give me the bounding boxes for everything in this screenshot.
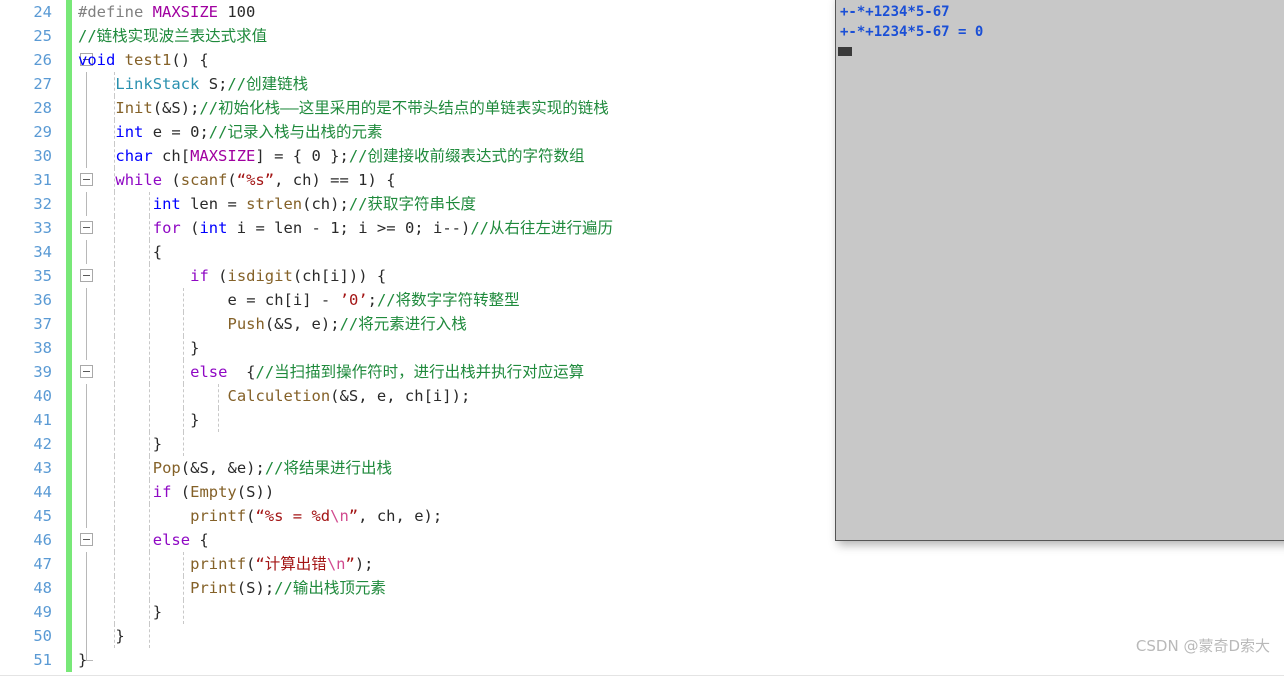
- change-bar: [66, 96, 72, 120]
- line-number: 46: [33, 531, 52, 549]
- code-text: char ch[MAXSIZE] = { 0 };//创建接收前缀表达式的字符数…: [115, 147, 585, 165]
- csdn-watermark: CSDN @蒙奇D索大: [1135, 637, 1270, 655]
- code-text: Push(&S, e);//将元素进行入栈: [227, 315, 467, 333]
- code-line[interactable]: 47 printf(“计算出错\n”);: [0, 552, 1284, 576]
- line-number: 37: [33, 315, 52, 333]
- change-bar: [66, 432, 72, 456]
- code-text: }: [78, 651, 88, 669]
- change-bar: [66, 456, 72, 480]
- line-number: 38: [33, 339, 52, 357]
- code-text: for (int i = len - 1; i >= 0; i--)//从右往左…: [152, 219, 614, 237]
- line-number: 49: [33, 603, 52, 621]
- line-number: 45: [33, 507, 52, 525]
- change-bar: [66, 624, 72, 648]
- change-bar: [66, 576, 72, 600]
- change-bar: [66, 504, 72, 528]
- code-text: void test1() {: [78, 51, 209, 69]
- code-text: LinkStack S;//创建链栈: [115, 75, 309, 93]
- line-number: 32: [33, 195, 52, 213]
- code-text: {: [152, 243, 163, 261]
- line-number: 48: [33, 579, 52, 597]
- code-text: printf(“计算出错\n”);: [190, 555, 374, 573]
- indent-guide: [148, 624, 150, 648]
- code-text: int len = strlen(ch);//获取字符串长度: [152, 195, 476, 213]
- code-text: Pop(&S, &e);//将结果进行出栈: [152, 459, 393, 477]
- line-number: 51: [33, 651, 52, 669]
- change-bar: [66, 264, 72, 288]
- change-bar: [66, 384, 72, 408]
- change-bar: [66, 120, 72, 144]
- line-number: 25: [33, 27, 52, 45]
- code-text: else {: [152, 531, 209, 549]
- line-number: 42: [33, 435, 52, 453]
- line-number: 47: [33, 555, 52, 573]
- code-text: else {//当扫描到操作符时，进行出栈并执行对应运算: [190, 363, 585, 381]
- code-text: #define MAXSIZE 100: [78, 3, 256, 21]
- code-text: }: [190, 339, 200, 357]
- code-text: Calculetion(&S, e, ch[i]);: [227, 387, 471, 405]
- line-number: 34: [33, 243, 52, 261]
- change-bar: [66, 648, 72, 672]
- code-line[interactable]: 48 Print(S);//输出栈顶元素: [0, 576, 1284, 600]
- change-bar: [66, 288, 72, 312]
- console-caret: [838, 47, 852, 56]
- change-bar: [66, 552, 72, 576]
- console-line: +-*+1234*5-67 = 0: [840, 24, 984, 40]
- change-bar: [66, 48, 72, 72]
- change-bar: [66, 72, 72, 96]
- line-number: 24: [33, 3, 52, 21]
- code-text: if (Empty(S)): [152, 483, 275, 501]
- code-text: Init(&S);//初始化栈——这里采用的是不带头结点的单链表实现的链栈: [115, 99, 609, 117]
- code-text: }: [115, 627, 125, 645]
- line-number: 40: [33, 387, 52, 405]
- change-bar: [66, 312, 72, 336]
- line-number: 44: [33, 483, 52, 501]
- change-bar: [66, 600, 72, 624]
- console-line: +-*+1234*5-67: [840, 4, 950, 20]
- line-number: 26: [33, 51, 52, 69]
- change-bar: [66, 144, 72, 168]
- line-number: 43: [33, 459, 52, 477]
- line-number: 27: [33, 75, 52, 93]
- line-number: 41: [33, 411, 52, 429]
- line-number: 31: [33, 171, 52, 189]
- indent-guide: [183, 600, 185, 624]
- change-bar: [66, 216, 72, 240]
- change-bar: [66, 360, 72, 384]
- line-number: 50: [33, 627, 52, 645]
- change-bar: [66, 480, 72, 504]
- line-number: 29: [33, 123, 52, 141]
- code-text: while (scanf(“%s”, ch) == 1) {: [115, 171, 396, 189]
- code-text: }: [152, 435, 163, 453]
- code-text: if (isdigit(ch[i])) {: [190, 267, 387, 285]
- change-bar: [66, 192, 72, 216]
- change-bar: [66, 168, 72, 192]
- change-bar: [66, 528, 72, 552]
- line-number: 35: [33, 267, 52, 285]
- line-number: 30: [33, 147, 52, 165]
- indent-guide: [183, 432, 185, 456]
- code-line[interactable]: 49 }: [0, 600, 1284, 624]
- change-bar: [66, 336, 72, 360]
- code-text: Print(S);//输出栈顶元素: [190, 579, 386, 597]
- code-text: printf(“%s = %d\n”, ch, e);: [190, 507, 443, 525]
- code-text: //链栈实现波兰表达式求值: [78, 27, 268, 45]
- code-line[interactable]: 50 }: [0, 624, 1284, 648]
- line-number: 28: [33, 99, 52, 117]
- change-bar: [66, 408, 72, 432]
- code-text: e = ch[i] - ’0’;//将数字字符转整型: [227, 291, 520, 309]
- indent-guide: [218, 408, 220, 432]
- code-text: int e = 0;//记录入栈与出栈的元素: [115, 123, 383, 141]
- change-bar: [66, 240, 72, 264]
- line-number: 39: [33, 363, 52, 381]
- line-number: 33: [33, 219, 52, 237]
- change-bar: [66, 0, 72, 24]
- change-bar: [66, 24, 72, 48]
- code-text: }: [190, 411, 200, 429]
- code-line[interactable]: 51}: [0, 648, 1284, 672]
- line-number: 36: [33, 291, 52, 309]
- code-text: }: [152, 603, 163, 621]
- console-output-window[interactable]: +-*+1234*5-67 +-*+1234*5-67 = 0: [835, 0, 1284, 541]
